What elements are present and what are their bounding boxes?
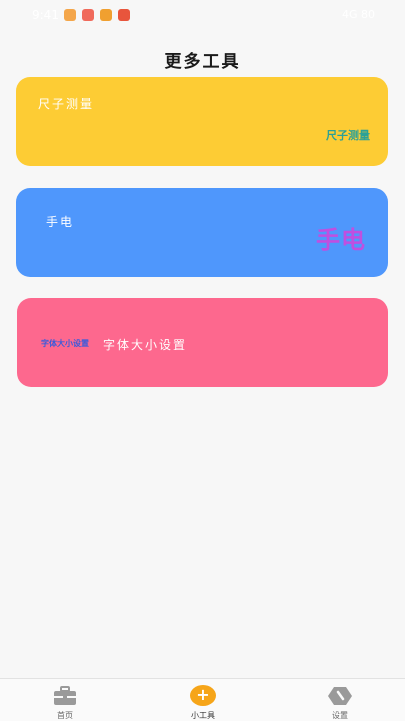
ruler-logo: 尺子测量 bbox=[326, 129, 370, 142]
status-time: 9:41 bbox=[32, 8, 59, 22]
ruler-card-label: 尺子测量 bbox=[38, 97, 95, 111]
font-size-card-label: 字体大小设置 bbox=[103, 338, 188, 352]
font-size-card[interactable]: 字体大小设置 字体大小设置 bbox=[17, 298, 388, 387]
tab-home[interactable]: 首页 bbox=[25, 679, 105, 721]
notification-icon bbox=[82, 9, 94, 21]
tab-tools[interactable]: + 小工具 bbox=[163, 679, 243, 721]
flashlight-card-label: 手电 bbox=[46, 215, 75, 229]
notification-icon bbox=[118, 9, 130, 21]
tab-home-label: 首页 bbox=[57, 711, 73, 720]
plus-icon: + bbox=[190, 685, 216, 706]
page-title: 更多工具 bbox=[164, 52, 241, 72]
tab-settings-label: 设置 bbox=[332, 711, 348, 720]
ruler-card[interactable]: 尺子测量 尺子测量 bbox=[16, 77, 388, 166]
tab-tools-label: 小工具 bbox=[191, 711, 215, 720]
toolbox-icon bbox=[52, 686, 78, 706]
bottom-tab-bar: 首页 + 小工具 设置 bbox=[0, 678, 405, 721]
flashlight-card[interactable]: 手电 手电 bbox=[16, 188, 388, 277]
status-bar: 9:41 4G 80 bbox=[0, 0, 405, 32]
status-signal-battery: 4G 80 bbox=[341, 8, 375, 21]
notification-icons bbox=[64, 9, 130, 21]
notification-icon bbox=[100, 9, 112, 21]
tab-settings[interactable]: 设置 bbox=[300, 679, 380, 721]
flashlight-logo: 手电 bbox=[316, 226, 366, 254]
font-size-logo: 字体大小设置 bbox=[41, 339, 89, 348]
settings-icon bbox=[327, 686, 353, 706]
notification-icon bbox=[64, 9, 76, 21]
